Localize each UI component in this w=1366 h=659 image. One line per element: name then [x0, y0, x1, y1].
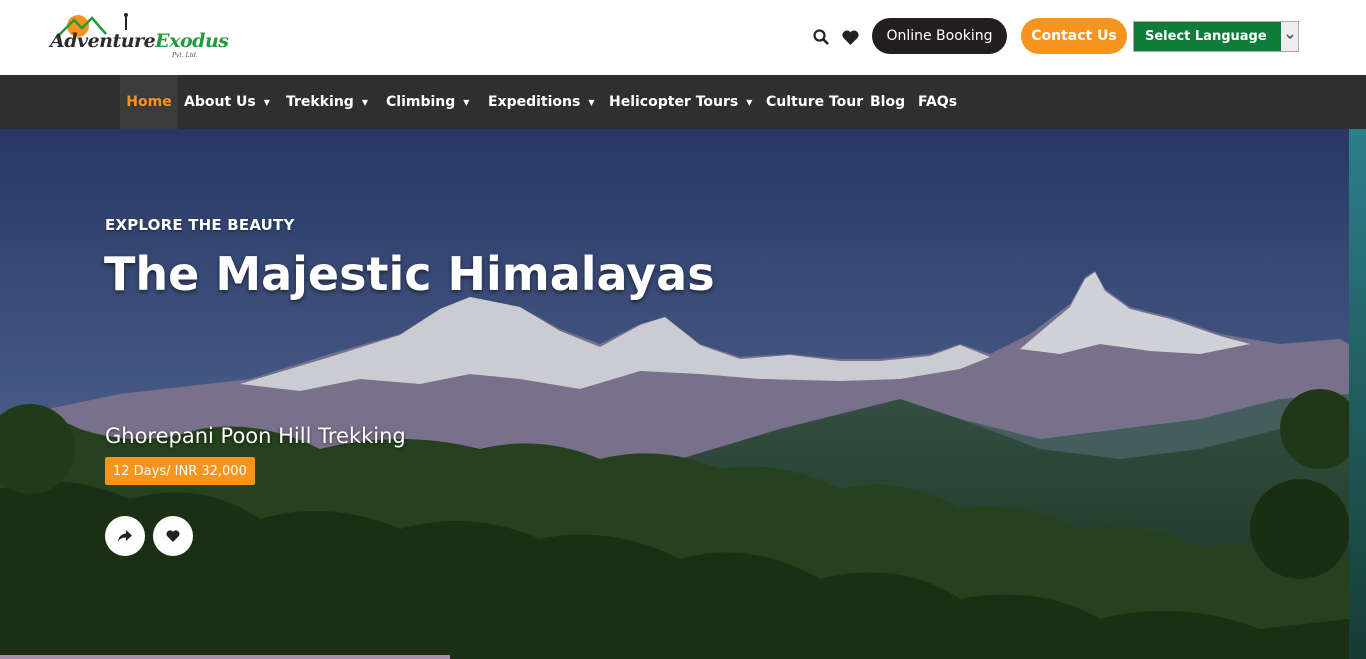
nav-item-climbing[interactable]: Climbing ▼	[386, 75, 469, 129]
online-booking-button[interactable]: Online Booking	[872, 18, 1007, 54]
brand-name: AdventureExodus	[50, 30, 229, 52]
hero-slider: EXPLORE THE BEAUTY The Majestic Himalaya…	[0, 129, 1366, 659]
caret-down-icon: ▼	[463, 97, 470, 107]
brand-suffix: Pvt. Ltd.	[172, 52, 198, 59]
heart-icon	[166, 530, 180, 542]
share-icon	[118, 530, 132, 542]
hero-headline: The Majestic Himalayas	[104, 247, 715, 301]
language-select-label: Select Language	[1134, 22, 1281, 51]
brand-logo[interactable]: AdventureExodus Pvt. Ltd.	[48, 12, 229, 64]
nav-item-faqs[interactable]: FAQs	[918, 75, 957, 129]
caret-down-icon: ▼	[361, 97, 368, 107]
caret-down-icon: ▼	[588, 97, 595, 107]
nav-item-helicopter-tours[interactable]: Helicopter Tours ▼	[609, 75, 752, 129]
nav-item-about-us[interactable]: About Us ▼	[184, 75, 270, 129]
search-icon[interactable]	[811, 26, 831, 48]
hero-mountain-image	[0, 129, 1366, 659]
caret-down-icon: ▼	[263, 97, 270, 107]
main-nav: Home About Us ▼ Trekking ▼ Climbing ▼ Exped…	[0, 75, 1366, 129]
wishlist-button[interactable]	[153, 516, 193, 556]
share-button[interactable]	[105, 516, 145, 556]
next-slide-preview[interactable]	[1349, 129, 1366, 659]
language-select[interactable]: Select Language	[1133, 21, 1299, 52]
nav-item-home[interactable]: Home	[120, 75, 178, 129]
contact-us-button[interactable]: Contact Us	[1021, 18, 1127, 54]
site-header: AdventureExodus Pvt. Ltd. Online Booking…	[0, 0, 1366, 75]
price-badge: 12 Days/ INR 32,000	[105, 457, 255, 485]
trip-title[interactable]: Ghorepani Poon Hill Trekking	[105, 424, 406, 448]
nav-item-expeditions[interactable]: Expeditions ▼	[488, 75, 595, 129]
hero-eyebrow: EXPLORE THE BEAUTY	[105, 216, 295, 234]
nav-item-blog[interactable]: Blog	[870, 75, 905, 129]
slide-progress-bar	[0, 655, 450, 659]
caret-down-icon: ▼	[746, 97, 753, 107]
nav-item-culture-tour[interactable]: Culture Tour	[766, 75, 863, 129]
heart-icon[interactable]	[840, 26, 860, 48]
chevron-down-icon	[1281, 22, 1298, 51]
nav-item-trekking[interactable]: Trekking ▼	[286, 75, 368, 129]
